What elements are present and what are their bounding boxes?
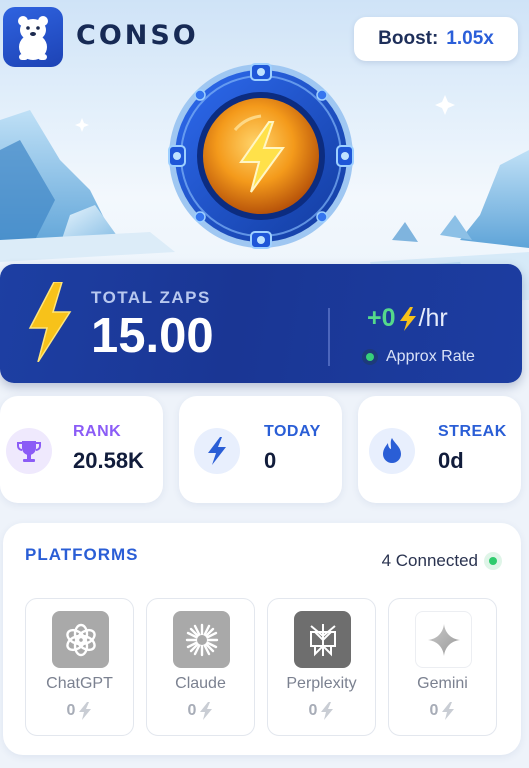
small-bolt-icon (79, 702, 92, 720)
small-bolt-icon (442, 702, 455, 720)
platform-name: ChatGPT (46, 675, 113, 692)
streak-label: STREAK (438, 423, 507, 440)
perplexity-icon (294, 611, 351, 668)
small-bolt-icon (321, 702, 334, 720)
today-label: TODAY (264, 423, 321, 440)
status-dot-icon (362, 349, 378, 365)
zap-rate-value: +0 (367, 304, 396, 332)
trophy-icon (6, 428, 52, 474)
boost-badge[interactable]: Boost: 1.05x (354, 17, 518, 61)
platform-tile-claude[interactable]: Claude 0 (146, 598, 255, 736)
gemini-icon (415, 611, 472, 668)
app-name: CONSO (76, 20, 199, 51)
platform-score: 0 (268, 702, 375, 720)
connected-dot-icon (484, 552, 502, 570)
zap-rate-unit: /hr (418, 304, 448, 332)
connected-label: 4 Connected (381, 551, 478, 570)
total-zaps-banner: TOTAL ZAPS 15.00 +0 /hr Approx Rate (0, 264, 522, 383)
platform-tile-chatgpt[interactable]: ChatGPT 0 (25, 598, 134, 736)
zap-rate: +0 /hr (367, 304, 448, 333)
lightning-bolt-icon (28, 282, 72, 362)
platform-tile-gemini[interactable]: Gemini 0 (388, 598, 497, 736)
small-bolt-icon (200, 702, 213, 720)
rank-value: 20.58K (73, 448, 144, 473)
boost-label: Boost: (378, 28, 439, 49)
claude-icon (173, 611, 230, 668)
platform-name: Claude (175, 675, 226, 692)
divider (328, 308, 330, 366)
platform-name: Perplexity (286, 675, 357, 692)
flame-icon (369, 428, 415, 474)
rank-label: RANK (73, 423, 122, 440)
platform-score: 0 (147, 702, 254, 720)
chatgpt-icon (52, 611, 109, 668)
zap-coin-icon[interactable] (165, 60, 357, 252)
platforms-panel: PLATFORMS 4 Connected ChatGPT 0 Claude 0… (3, 523, 521, 755)
platform-score: 0 (389, 702, 496, 720)
platform-tile-perplexity[interactable]: Perplexity 0 (267, 598, 376, 736)
small-bolt-icon (399, 306, 416, 331)
platform-score-value: 0 (187, 702, 197, 719)
approx-rate-label: Approx Rate (386, 348, 475, 365)
today-card[interactable]: TODAY 0 (179, 396, 342, 503)
streak-value: 0d (438, 448, 464, 473)
platform-score-value: 0 (429, 702, 439, 719)
platform-score: 0 (26, 702, 133, 720)
today-value: 0 (264, 448, 277, 473)
platform-score-value: 0 (308, 702, 318, 719)
polar-bear-icon (18, 16, 48, 60)
connected-status: 4 Connected (382, 551, 502, 571)
total-zaps-label: TOTAL ZAPS (91, 288, 211, 307)
boost-value: 1.05x (446, 28, 494, 49)
approx-rate: Approx Rate (362, 348, 475, 366)
app-logo[interactable] (3, 7, 63, 67)
platform-name: Gemini (417, 675, 468, 692)
streak-card[interactable]: STREAK 0d (358, 396, 521, 503)
platforms-title: PLATFORMS (25, 545, 139, 564)
total-zaps-value: 15.00 (91, 309, 214, 363)
rank-card[interactable]: RANK 20.58K (0, 396, 163, 503)
platform-score-value: 0 (66, 702, 76, 719)
bolt-icon (194, 428, 240, 474)
